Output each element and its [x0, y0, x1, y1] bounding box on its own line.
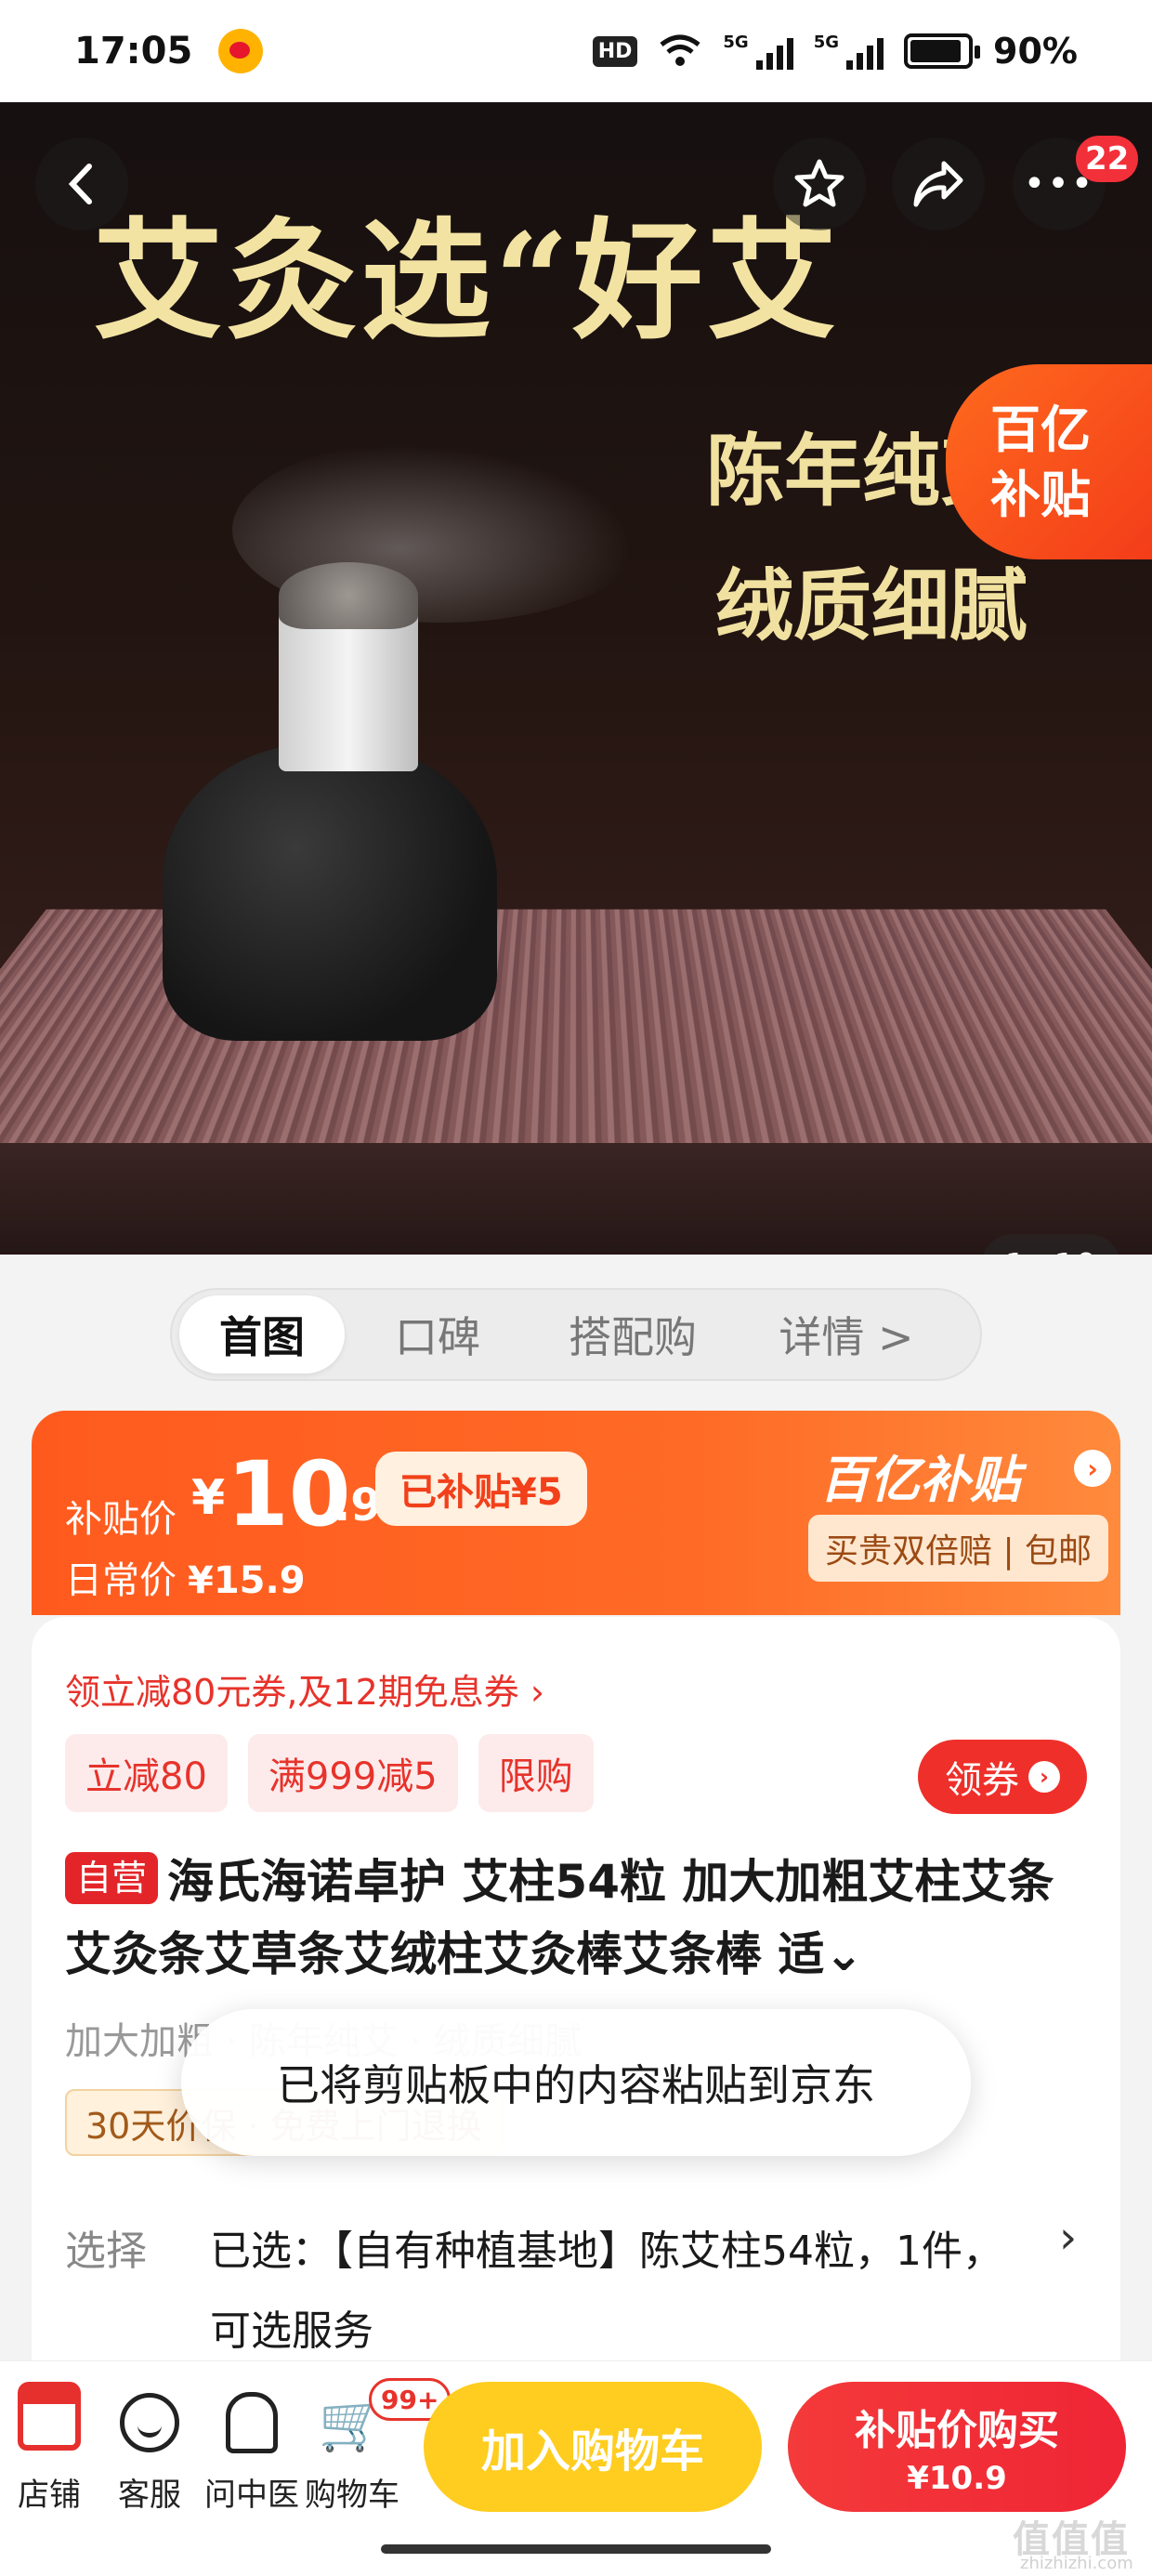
add-to-cart-button[interactable]: 加入购物车	[424, 2382, 762, 2512]
image-counter-total: 10	[1054, 1247, 1097, 1255]
store-label: 店铺	[18, 2469, 81, 2515]
chat-icon	[120, 2393, 179, 2452]
get-coupon-label: 领券	[945, 1750, 1019, 1804]
product-title-text: 海氏海诺卓护 艾柱54粒 加大加粗艾柱艾条艾灸条艾草条艾绒柱艾灸棒艾条棒 适⌄	[65, 1855, 1054, 1981]
subsidy-price-label: 补贴价	[65, 1489, 177, 1543]
image-counter-current: 1	[1005, 1247, 1027, 1255]
hero-title: 艾灸选“好艾	[93, 177, 841, 364]
customer-service-button[interactable]: 客服	[98, 2389, 201, 2515]
star-icon	[792, 156, 847, 212]
store-button[interactable]: 店铺	[0, 2389, 100, 2515]
product-info-card: 领立减80元券,及12期免息券 › 立减80 满999减5 限购 领券 › 自营…	[32, 1617, 1120, 2360]
favorite-button[interactable]	[773, 138, 866, 230]
self-operated-badge: 自营	[65, 1852, 158, 1904]
chevron-right-icon: ›	[1028, 1761, 1060, 1793]
selected-variant[interactable]: 已选：【自有种植基地】陈艾柱54粒，1件，可选服务	[210, 2212, 1009, 2372]
message-count-badge: 22	[1076, 136, 1138, 182]
status-indicators: HD 5G 5G 90%	[593, 31, 1078, 72]
cart-button[interactable]: 🛒 99+ 购物车	[301, 2389, 403, 2515]
doctor-icon	[226, 2392, 278, 2453]
price-decimal: .9	[334, 1479, 382, 1531]
coupon-offer-link[interactable]: 领立减80元券,及12期免息券 ›	[65, 1663, 544, 1715]
subsidy-badge: 百亿 补贴	[946, 364, 1152, 559]
subsidy-amount-tag: 已补贴¥5	[375, 1452, 587, 1526]
section-tabs: 首图 口碑 搭配购 详情 >	[170, 1288, 982, 1381]
tab-reviews[interactable]: 口碑	[345, 1295, 530, 1373]
select-label: 选择	[65, 2217, 147, 2277]
subsidy-badge-line-2: 补贴	[990, 463, 1152, 528]
product-image-carousel[interactable]: 艾灸选“好艾 陈年纯艾 绒质细腻 百亿 补贴 1 10	[0, 102, 1152, 1255]
hero-burner	[163, 743, 497, 1041]
signal-icon: 5G	[723, 33, 792, 70]
image-counter: 1 10	[981, 1234, 1120, 1255]
section-tabs-bar: 首图 口碑 搭配购 详情 >	[0, 1255, 1152, 1403]
buy-now-button[interactable]: 补贴价购买 ¥10.9	[788, 2382, 1126, 2512]
daily-price: 日常价 ¥15.9	[65, 1550, 306, 1604]
promo-tag: 满999减5	[248, 1734, 458, 1812]
subsidy-badge-line-1: 百亿	[990, 398, 1152, 463]
price-card: 补贴价 ¥ 10 .9 已补贴¥5 日常价 ¥15.9 百亿补贴 › 买贵双倍赔 …	[32, 1411, 1120, 1615]
status-bar: 17:05 HD 5G 5G 90%	[0, 0, 1152, 102]
price-integer: 10	[227, 1442, 351, 1546]
share-icon	[910, 158, 966, 210]
hero-floor	[0, 1143, 1152, 1255]
chevron-right-icon[interactable]: ›	[1059, 2212, 1077, 2264]
tab-bundle[interactable]: 搭配购	[530, 1295, 735, 1373]
daily-price-value: ¥15.9	[188, 1559, 306, 1602]
weibo-icon	[218, 29, 263, 73]
back-icon	[63, 161, 100, 207]
daily-price-label: 日常价	[65, 1559, 177, 1602]
tab-details[interactable]: 详情 >	[735, 1295, 958, 1373]
wifi-icon	[658, 33, 702, 69]
tcm-doctor-label: 问中医	[204, 2469, 299, 2515]
signal-icon-2: 5G	[814, 33, 884, 70]
tcm-doctor-button[interactable]: 问中医	[201, 2389, 303, 2515]
buy-now-label: 补贴价购买	[855, 2397, 1059, 2456]
promo-tag: 立减80	[65, 1734, 228, 1812]
product-title[interactable]: 自营 海氏海诺卓护 艾柱54粒 加大加粗艾柱艾条艾灸条艾草条艾绒柱艾灸棒艾条棒 适…	[65, 1846, 1096, 1991]
price-guarantee: 买贵双倍赔 | 包邮	[808, 1515, 1108, 1582]
chevron-right-icon[interactable]: ›	[1074, 1450, 1111, 1487]
promo-tags: 立减80 满999减5 限购	[65, 1734, 594, 1812]
promo-tag: 限购	[478, 1734, 594, 1812]
watermark-url: zhizhizhi.com	[1020, 2554, 1133, 2573]
share-button[interactable]	[892, 138, 985, 230]
clipboard-toast: 已将剪贴板中的内容粘贴到京东	[181, 2009, 971, 2156]
back-button[interactable]	[35, 138, 128, 230]
cart-label: 购物车	[305, 2469, 399, 2515]
hd-icon: HD	[593, 36, 638, 67]
tab-main-image[interactable]: 首图	[179, 1295, 345, 1373]
home-indicator[interactable]	[381, 2544, 771, 2554]
get-coupon-button[interactable]: 领券 ›	[918, 1740, 1087, 1814]
store-icon	[18, 2395, 81, 2451]
currency-symbol: ¥	[191, 1470, 225, 1526]
buy-now-price: ¥10.9	[907, 2460, 1007, 2497]
status-time: 17:05	[74, 30, 192, 72]
billion-subsidy-logo[interactable]: 百亿补贴	[819, 1439, 1020, 1512]
customer-service-label: 客服	[118, 2469, 181, 2515]
hero-ash	[279, 562, 418, 629]
battery-percent: 90%	[993, 31, 1078, 72]
battery-icon	[904, 33, 973, 69]
hero-line-2: 绒质细腻	[715, 544, 1028, 656]
